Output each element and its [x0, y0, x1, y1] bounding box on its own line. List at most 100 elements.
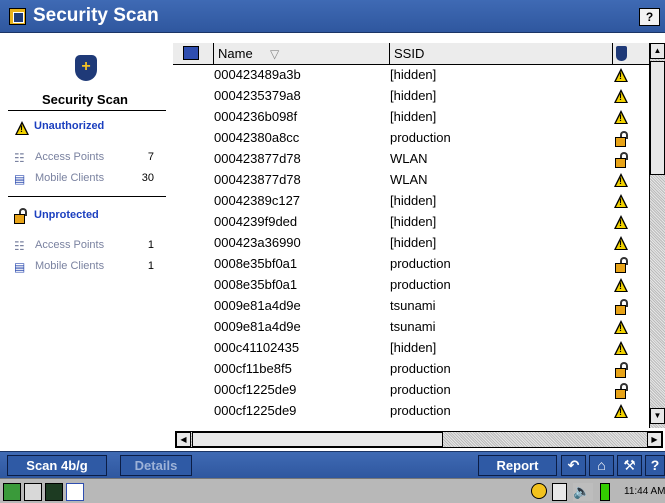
security-scan-window: Security Scan ? Security Scan Unauthoriz… [0, 0, 665, 503]
ssid-value: [hidden] [390, 235, 437, 250]
table-row[interactable]: 0008e35bf0a1 production [173, 276, 649, 297]
ssid-value: production [390, 277, 451, 292]
table-row[interactable]: 0009e81a4d9e tsunami [173, 318, 649, 339]
table-row[interactable]: 000c41102435 [hidden] [173, 339, 649, 360]
scroll-down-button[interactable]: ▼ [650, 408, 665, 424]
scan-button[interactable]: Scan 4b/g [7, 455, 107, 476]
terminal-icon[interactable] [45, 483, 63, 501]
warning-icon [613, 172, 629, 190]
warning-icon [613, 88, 629, 106]
horizontal-scroll-track[interactable]: ◀ ▶ [175, 431, 663, 448]
unlocked-icon [14, 208, 29, 224]
warning-icon [613, 109, 629, 127]
device-type-column-header[interactable] [173, 43, 214, 65]
table-header: Name ▽ SSID [173, 43, 649, 65]
table-row[interactable]: 0004235379a8 [hidden] [173, 87, 649, 108]
table-row[interactable]: 0008e35bf0a1 production [173, 255, 649, 276]
network-icon[interactable] [531, 483, 547, 499]
table-row[interactable]: 0004236b098f [hidden] [173, 108, 649, 129]
table-row[interactable]: 00042389c127 [hidden] [173, 192, 649, 213]
row-count: 7 [147, 151, 154, 163]
details-button[interactable]: Details [120, 455, 192, 476]
keyboard-icon[interactable] [24, 483, 42, 501]
previous-icon[interactable]: ↶ [561, 455, 586, 476]
sort-descending-icon: ▽ [270, 47, 280, 61]
results-table: Name ▽ SSID 000423489a3b[hidden]00042353… [173, 43, 665, 451]
scroll-left-button[interactable]: ◀ [176, 432, 191, 447]
ssid-value: production [390, 256, 451, 271]
unprotected-label: Unprotected [34, 209, 99, 221]
unlocked-icon [613, 361, 629, 379]
device-name: 00042389c127 [214, 193, 301, 208]
window-title: Security Scan [33, 5, 159, 26]
start-icon[interactable] [3, 483, 21, 501]
device-name: 000423877d78 [214, 172, 301, 187]
device-name: 00042380a8cc [214, 130, 300, 145]
taskbar: 🔈 11:44 AM [0, 478, 665, 503]
volume-icon[interactable]: 🔈 [573, 483, 593, 501]
unlocked-icon [613, 130, 629, 148]
security-badge-icon [616, 46, 627, 61]
security-column-header[interactable] [613, 43, 649, 65]
computer-icon [183, 46, 199, 60]
sidebar-title: Security Scan [42, 92, 128, 107]
device-name: 0009e81a4d9e [214, 298, 301, 313]
unprotected-mobile-clients-row[interactable]: ▤ Mobile Clients 1 [14, 260, 154, 276]
ssid-value: production [390, 382, 451, 397]
unprotected-heading[interactable]: Unprotected [14, 208, 164, 224]
report-button[interactable]: Report [478, 455, 557, 476]
table-row[interactable]: 000423877d78 WLAN [173, 150, 649, 171]
clipboard-icon[interactable] [552, 483, 567, 501]
ssid-value: WLAN [390, 172, 428, 187]
warning-icon [14, 121, 29, 135]
warning-icon [613, 193, 629, 211]
device-name: 0008e35bf0a1 [214, 256, 298, 271]
ssid-value: [hidden] [390, 340, 437, 355]
device-name: 0004236b098f [214, 109, 298, 124]
row-label: Mobile Clients [35, 260, 105, 272]
scroll-right-button[interactable]: ▶ [647, 432, 662, 447]
clock: 11:44 AM [624, 486, 665, 497]
ssid-value: tsunami [390, 319, 436, 334]
scroll-up-button[interactable]: ▲ [650, 43, 665, 59]
name-header-label: Name [218, 46, 253, 61]
horizontal-scroll-thumb[interactable] [192, 432, 443, 447]
table-row[interactable]: 000cf11be8f5 production [173, 360, 649, 381]
device-name: 000423877d78 [214, 151, 301, 166]
vertical-scrollbar[interactable]: ▲ ▼ [649, 43, 665, 428]
table-row[interactable]: 000cf1225de9 production [173, 402, 649, 423]
table-body: 000423489a3b [hidden] 0004235379a8 [hidden]… [173, 66, 649, 428]
title-bar: Security Scan ? [0, 0, 665, 33]
unauthorized-heading[interactable]: Unauthorized [14, 120, 164, 136]
unprotected-access-points-row[interactable]: ☷ Access Points 1 [14, 239, 154, 255]
table-row[interactable]: 000423489a3b [hidden] [173, 66, 649, 87]
name-column-header[interactable]: Name ▽ [214, 43, 390, 65]
context-help-button[interactable]: ? [639, 8, 660, 26]
ssid-value: production [390, 130, 451, 145]
help-button[interactable]: ? [645, 455, 665, 476]
table-row[interactable]: 0009e81a4d9e tsunami [173, 297, 649, 318]
device-name: 0009e81a4d9e [214, 319, 301, 334]
table-row[interactable]: 00042380a8cc production [173, 129, 649, 150]
unauthorized-access-points-row[interactable]: ☷ Access Points 7 [14, 151, 154, 167]
unlocked-icon [613, 151, 629, 169]
battery-icon[interactable] [600, 483, 610, 501]
unauthorized-label: Unauthorized [34, 120, 105, 132]
ssid-header-label: SSID [394, 46, 425, 61]
table-row[interactable]: 000cf1225de9 production [173, 381, 649, 402]
device-name: 000c41102435 [214, 340, 300, 355]
app-icon [9, 8, 26, 25]
table-row[interactable]: 000423a36990 [hidden] [173, 234, 649, 255]
table-row[interactable]: 0004239f9ded [hidden] [173, 213, 649, 234]
row-count: 1 [147, 260, 154, 272]
warning-icon [613, 340, 629, 358]
table-row[interactable]: 000423877d78 WLAN [173, 171, 649, 192]
unauthorized-mobile-clients-row[interactable]: ▤ Mobile Clients 30 [14, 172, 154, 188]
vertical-scroll-thumb[interactable] [650, 61, 665, 175]
home-icon[interactable]: ⌂ [589, 455, 614, 476]
ssid-column-header[interactable]: SSID [390, 43, 613, 65]
horizontal-scrollbar[interactable]: ◀ ▶ [173, 428, 665, 451]
window-icon[interactable] [66, 483, 84, 501]
tools-icon[interactable]: ⚒ [617, 455, 642, 476]
mobile-client-icon: ▤ [14, 172, 26, 186]
